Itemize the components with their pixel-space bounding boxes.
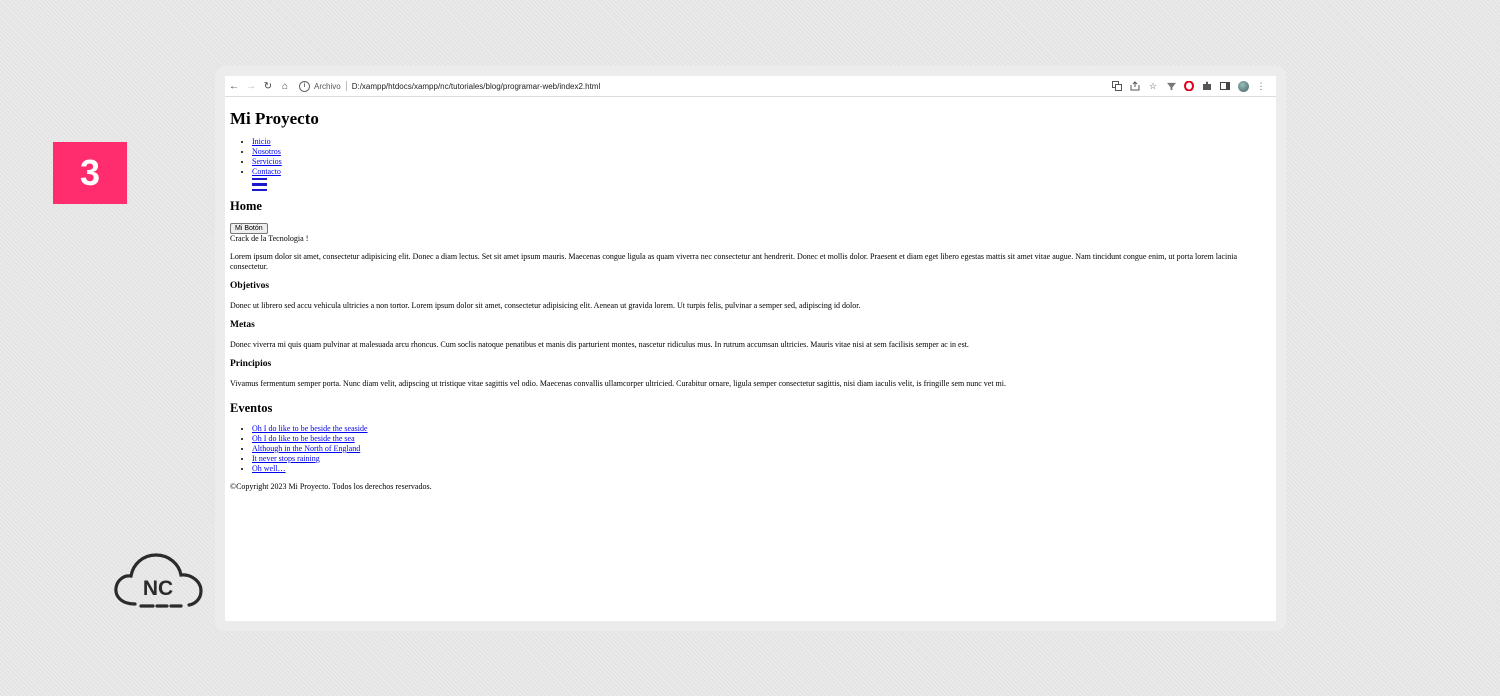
main-nav: Inicio Nosotros Servicios Contacto	[230, 137, 1271, 177]
logo-text: NC	[143, 577, 173, 600]
section-title-home: Home	[230, 199, 262, 213]
list-item: Oh I do like to be beside the seaside	[252, 424, 1271, 434]
opera-icon[interactable]	[1180, 78, 1198, 94]
events-list: Oh I do like to be beside the seaside Oh…	[230, 424, 1271, 474]
intro-paragraph: Lorem ipsum dolor sit amet, consectetur …	[230, 252, 1238, 271]
subsection-title-principios: Principios	[230, 359, 272, 369]
scheme-label: Archivo	[314, 81, 341, 91]
translate-icon[interactable]	[1108, 78, 1126, 94]
footer-copyright: ©Copyright 2023 Mi Proyecto. Todos los d…	[230, 482, 432, 491]
filter-icon[interactable]	[1162, 78, 1180, 94]
event-link[interactable]: It never stops raining	[252, 454, 320, 463]
info-icon[interactable]: i	[299, 80, 310, 92]
subsection-text-principios: Vivamus fermentum semper porta. Nunc dia…	[230, 379, 1006, 388]
forward-icon[interactable]: →	[243, 78, 259, 94]
nav-link-inicio[interactable]: Inicio	[252, 137, 271, 146]
sidepanel-icon[interactable]	[1216, 78, 1234, 94]
extensions-icon[interactable]	[1198, 78, 1216, 94]
cloud-icon: NC	[114, 553, 203, 608]
back-icon[interactable]: ←	[226, 78, 242, 94]
nav-link-contacto[interactable]: Contacto	[252, 167, 281, 176]
url-text[interactable]: D:/xampp/htdocs/xampp/nc/tutoriales/blog…	[352, 82, 601, 91]
web-page-content: Mi Proyecto Inicio Nosotros Servicios Co…	[225, 97, 1276, 492]
mi-boton-button[interactable]: Mi Botón	[230, 223, 268, 234]
nav-item: Nosotros	[252, 147, 1271, 157]
list-item: Oh I do like to be beside the sea	[252, 434, 1271, 444]
event-link[interactable]: Oh well…	[252, 464, 286, 473]
nc-logo: NC	[113, 548, 205, 612]
subsection-title-objetivos: Objetivos	[230, 281, 270, 291]
nav-link-servicios[interactable]: Servicios	[252, 157, 282, 166]
menu-icon[interactable]: ⋮	[1252, 78, 1270, 94]
profile-avatar[interactable]	[1234, 78, 1252, 94]
home-icon[interactable]: ⌂	[277, 78, 293, 94]
browser-window: ← → ↻ ⌂ i Archivo D:/xampp/htdocs/xampp/…	[225, 76, 1276, 621]
event-link[interactable]: Although in the North of England	[252, 444, 360, 453]
site-title: Mi Proyecto	[230, 109, 319, 128]
nav-item: Contacto	[252, 167, 1271, 177]
url-separator	[345, 81, 347, 91]
event-link[interactable]: Oh I do like to be beside the sea	[252, 434, 355, 443]
browser-frame: ← → ↻ ⌂ i Archivo D:/xampp/htdocs/xampp/…	[215, 66, 1286, 631]
subsection-text-objetivos: Donec ut librero sed accu vehicula ultri…	[230, 301, 861, 310]
subsection-title-metas: Metas	[230, 320, 255, 330]
list-item: It never stops raining	[252, 454, 1271, 464]
list-item: Although in the North of England	[252, 444, 1271, 454]
nav-item: Inicio	[252, 137, 1271, 147]
subsection-text-metas: Donec viverra mi quis quam pulvinar at m…	[230, 340, 969, 349]
section-title-eventos: Eventos	[230, 401, 273, 415]
address-bar[interactable]: i Archivo D:/xampp/htdocs/xampp/nc/tutor…	[299, 78, 1102, 94]
reload-icon[interactable]: ↻	[260, 78, 276, 94]
nav-item: Servicios	[252, 157, 1271, 167]
share-icon[interactable]	[1126, 78, 1144, 94]
hamburger-menu-icon[interactable]	[252, 178, 267, 191]
step-number-badge: 3	[53, 142, 127, 204]
list-item: Oh well…	[252, 464, 1271, 474]
toolbar-actions: ☆ ⋮	[1108, 78, 1276, 94]
browser-toolbar: ← → ↻ ⌂ i Archivo D:/xampp/htdocs/xampp/…	[225, 76, 1276, 97]
event-link[interactable]: Oh I do like to be beside the seaside	[252, 424, 368, 433]
tagline: Crack de la Tecnologia !	[230, 234, 309, 243]
nav-link-nosotros[interactable]: Nosotros	[252, 147, 281, 156]
star-icon[interactable]: ☆	[1144, 78, 1162, 94]
